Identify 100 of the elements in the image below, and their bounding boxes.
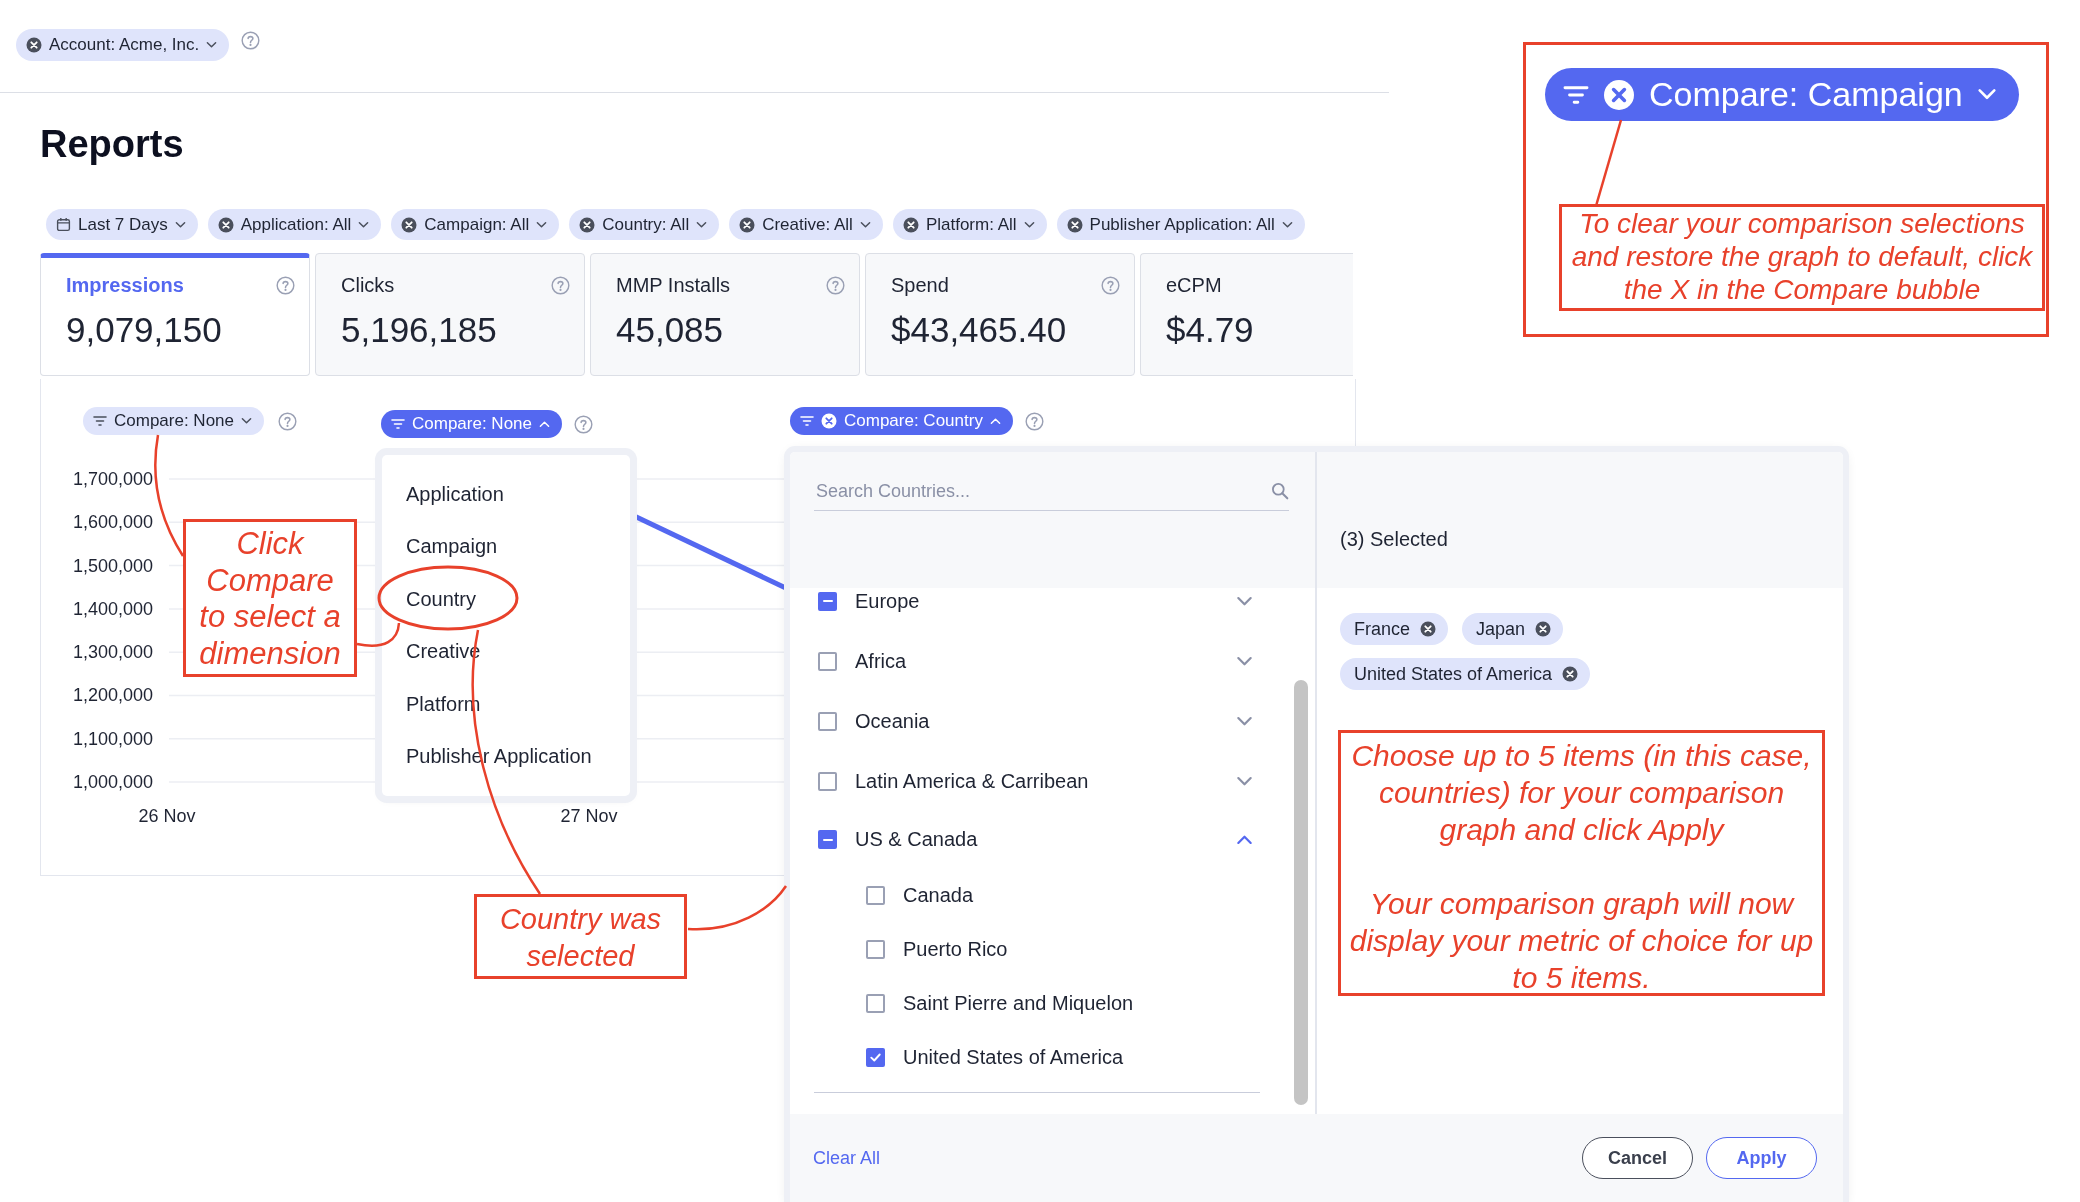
metric-card[interactable]: Impressions 9,079,150 bbox=[40, 253, 310, 376]
checkbox[interactable] bbox=[818, 711, 837, 731]
clear-icon[interactable] bbox=[821, 413, 837, 429]
help-icon[interactable] bbox=[241, 30, 261, 50]
help-icon[interactable] bbox=[276, 275, 295, 295]
country-label: Puerto Rico bbox=[903, 937, 1009, 961]
clear-icon[interactable] bbox=[579, 216, 596, 233]
country-label: Canada bbox=[903, 883, 975, 907]
clear-icon[interactable] bbox=[217, 216, 234, 233]
annotation-text: Choose up to 5 items (in this case, countries) for your comparison graph and click Apply bbox=[1350, 738, 1813, 848]
checkbox[interactable] bbox=[818, 591, 837, 611]
filter-chip[interactable]: Last 7 Days bbox=[46, 209, 198, 240]
chevron-down-icon[interactable] bbox=[1235, 775, 1253, 787]
clear-icon[interactable] bbox=[1066, 216, 1083, 233]
metric-label: MMP Installs bbox=[616, 273, 731, 297]
annotation-text: Country was selected bbox=[474, 894, 687, 979]
selected-chip: United States of America bbox=[1340, 658, 1591, 690]
chevron-down-icon[interactable] bbox=[1235, 715, 1253, 727]
checkbox[interactable] bbox=[866, 939, 885, 959]
checkbox[interactable] bbox=[866, 1047, 885, 1067]
scrollbar[interactable] bbox=[1294, 680, 1308, 1105]
filter-chip[interactable]: Creative: All bbox=[729, 209, 883, 240]
chevron-down-icon bbox=[206, 41, 218, 49]
search-icon bbox=[1271, 482, 1289, 500]
account-filter[interactable]: Account: Acme, Inc. bbox=[16, 29, 230, 61]
filter-icon bbox=[1563, 83, 1589, 106]
compare-button[interactable]: Compare: None bbox=[83, 407, 264, 435]
help-icon[interactable] bbox=[551, 275, 570, 295]
checkbox[interactable] bbox=[818, 771, 837, 791]
chevron-down-icon bbox=[859, 220, 871, 229]
metric-card[interactable]: MMP Installs 45,085 bbox=[590, 253, 860, 376]
x-axis-label: 26 Nov bbox=[137, 805, 197, 827]
country-label: Saint Pierre and Miquelon bbox=[903, 991, 1135, 1015]
menu-item[interactable]: Application bbox=[382, 468, 528, 521]
apply-button[interactable]: Apply bbox=[1706, 1137, 1817, 1179]
search-field[interactable]: Search Countries... bbox=[814, 479, 1271, 503]
checkbox[interactable] bbox=[866, 993, 885, 1013]
compare-button[interactable]: Compare: Campaign bbox=[1545, 68, 2019, 121]
chevron-down-icon bbox=[174, 220, 186, 229]
help-icon[interactable] bbox=[1024, 411, 1044, 431]
checkbox[interactable] bbox=[818, 651, 837, 671]
clear-icon[interactable] bbox=[739, 216, 756, 233]
filter-icon bbox=[800, 415, 814, 427]
filter-chip[interactable]: Publisher Application: All bbox=[1056, 209, 1305, 240]
menu-item[interactable]: Campaign bbox=[382, 520, 522, 573]
compare-button[interactable]: Compare: Country bbox=[790, 407, 1013, 435]
filter-chip[interactable]: Platform: All bbox=[892, 209, 1047, 240]
selected-count: (3) Selected bbox=[1340, 528, 1448, 551]
checkbox[interactable] bbox=[818, 830, 837, 849]
annotation-text: Click Compare to select a dimension bbox=[183, 519, 357, 677]
chevron-down-icon bbox=[696, 220, 708, 229]
chevron-down-icon[interactable] bbox=[1235, 655, 1253, 667]
filter-chip[interactable]: Country: All bbox=[569, 209, 720, 240]
y-axis-label: 1,100,000 bbox=[72, 727, 153, 750]
chevron-up-icon bbox=[539, 420, 550, 428]
region-label: Europe bbox=[855, 589, 921, 613]
metric-value: 45,085 bbox=[616, 310, 725, 350]
y-axis-label: 1,200,000 bbox=[72, 684, 153, 707]
filter-chip[interactable]: Application: All bbox=[207, 209, 382, 240]
clear-icon[interactable] bbox=[1420, 621, 1437, 637]
checkbox[interactable] bbox=[866, 885, 885, 905]
annotation-text: To clear your comparison selections and restore the graph to default, click the X in the Compare bubble bbox=[1559, 204, 2045, 311]
help-icon[interactable] bbox=[278, 411, 297, 431]
filter-chip[interactable]: Campaign: All bbox=[391, 209, 560, 240]
chevron-up-icon bbox=[989, 417, 1001, 425]
help-icon[interactable] bbox=[574, 414, 593, 434]
metric-card[interactable]: Clicks 5,196,185 bbox=[315, 253, 585, 376]
clear-icon[interactable] bbox=[1562, 666, 1579, 682]
filter-icon bbox=[93, 415, 107, 427]
y-axis-label: 1,500,000 bbox=[72, 554, 153, 577]
clear-icon[interactable] bbox=[902, 216, 919, 233]
metric-card[interactable]: eCPM $4.79 bbox=[1140, 253, 1353, 376]
chevron-down-icon bbox=[358, 220, 370, 229]
chevron-down-icon bbox=[1023, 220, 1035, 229]
metric-label: Spend bbox=[891, 273, 949, 297]
metric-value: 5,196,185 bbox=[341, 310, 498, 350]
menu-item[interactable]: Country bbox=[382, 573, 501, 626]
cancel-button[interactable]: Cancel bbox=[1582, 1137, 1693, 1179]
y-axis-label: 1,400,000 bbox=[72, 597, 153, 620]
clear-icon[interactable] bbox=[1603, 78, 1635, 111]
region-label: Africa bbox=[855, 649, 908, 673]
metric-card[interactable]: Spend $43,465.40 bbox=[865, 253, 1135, 376]
metric-label: Impressions bbox=[66, 273, 184, 297]
dash-icon bbox=[822, 600, 833, 602]
y-axis-label: 1,300,000 bbox=[72, 641, 153, 664]
help-icon[interactable] bbox=[826, 275, 845, 295]
y-axis-label: 1,700,000 bbox=[72, 468, 153, 490]
metric-label: Clicks bbox=[341, 273, 395, 297]
region-label: US & Canada bbox=[855, 828, 979, 851]
dash-icon bbox=[822, 838, 833, 841]
compare-button[interactable]: Compare: None bbox=[381, 410, 562, 438]
chevron-up-icon[interactable] bbox=[1235, 834, 1253, 845]
clear-all-link[interactable]: Clear All bbox=[813, 1147, 881, 1169]
chevron-down-icon bbox=[1976, 88, 1997, 101]
clear-icon[interactable] bbox=[1535, 621, 1552, 637]
metric-value: 9,079,150 bbox=[66, 310, 223, 350]
clear-icon[interactable] bbox=[26, 37, 42, 53]
help-icon[interactable] bbox=[1101, 275, 1120, 295]
clear-icon[interactable] bbox=[401, 216, 418, 233]
chevron-down-icon[interactable] bbox=[1235, 595, 1253, 607]
